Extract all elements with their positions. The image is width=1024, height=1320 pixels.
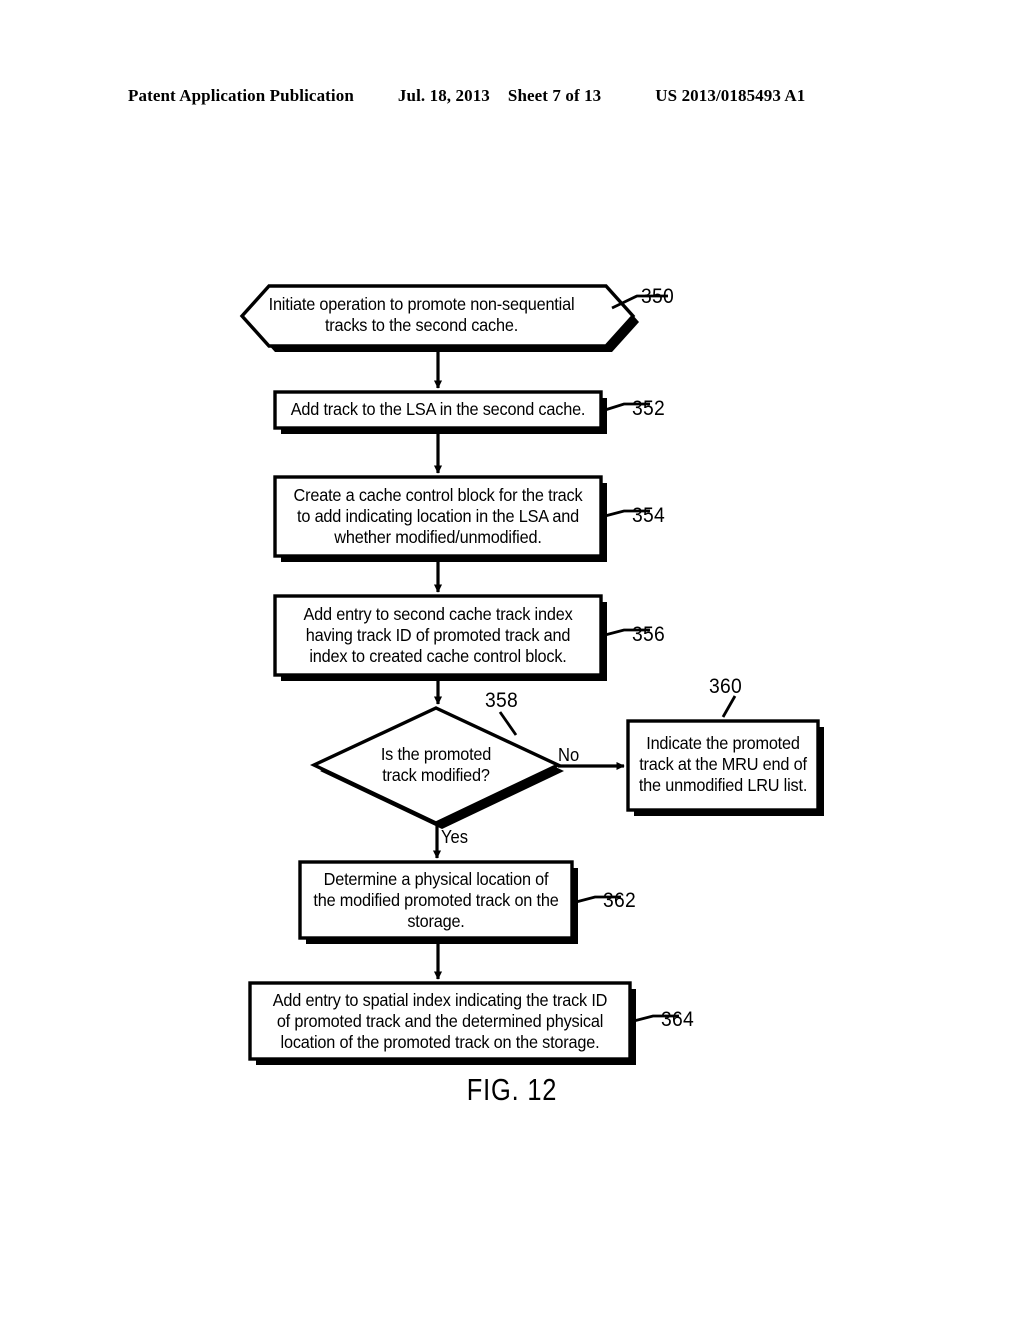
ref-number-350: 350 <box>641 285 675 308</box>
ref-number-354: 354 <box>632 504 666 527</box>
ref-number-356: 356 <box>632 623 666 646</box>
node-364-box <box>248 981 632 1061</box>
node-360-box <box>626 719 820 812</box>
leader-358 <box>498 711 518 736</box>
node-352-box <box>273 390 603 430</box>
leader-360 <box>721 695 737 718</box>
edge-label-yes: Yes <box>441 827 469 847</box>
figure-caption: FIG. 12 <box>466 1072 558 1107</box>
ref-number-362: 362 <box>603 889 637 912</box>
node-350-hexagon <box>239 284 636 348</box>
node-362-box <box>298 860 574 940</box>
ref-number-352: 352 <box>632 397 666 420</box>
node-354-box <box>273 475 603 558</box>
ref-number-364: 364 <box>661 1008 695 1031</box>
flowchart-svg <box>239 284 824 1065</box>
flowchart-figure: Initiate operation to promote non-sequen… <box>0 0 1024 1320</box>
ref-number-358: 358 <box>485 689 519 712</box>
edge-label-no: No <box>558 745 580 765</box>
node-356-box <box>273 594 603 677</box>
ref-number-360: 360 <box>709 675 743 698</box>
node-358-diamond <box>310 706 562 825</box>
